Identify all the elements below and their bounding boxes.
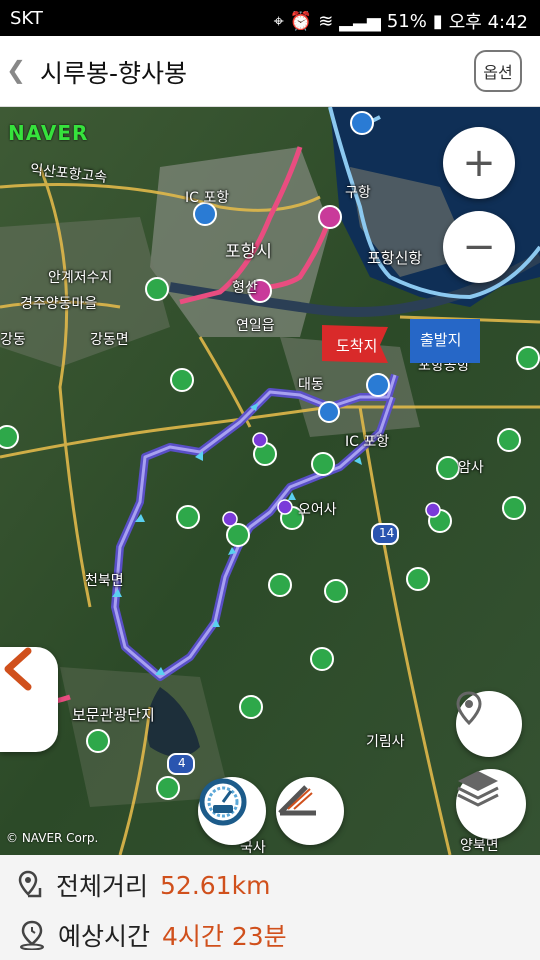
carrier-label: SKT xyxy=(10,8,43,29)
map-label-cheonbuk: 천북면 xyxy=(85,573,124,589)
app-bar: ❮ 시루봉-향사봉 옵션 xyxy=(0,36,540,107)
map-layers-button[interactable] xyxy=(456,769,526,839)
map-label-yeonil: 연일읍 xyxy=(236,318,275,334)
route-summary: 전체거리 52.61km 예상시간 4시간 23분 xyxy=(0,855,540,960)
map-label-daedong: 대동 xyxy=(298,377,324,393)
my-location-button[interactable] xyxy=(456,691,522,757)
distance-value: 52.61km xyxy=(160,870,271,900)
panel-toggle-button[interactable] xyxy=(0,647,58,752)
time-value: 4시간 23분 xyxy=(162,922,287,951)
map-label-gangdong: 강동면 xyxy=(90,332,129,348)
elevation-button[interactable] xyxy=(276,777,344,845)
time-row: 예상시간 4시간 23분 xyxy=(18,917,287,953)
map-label-osa: 오어사 xyxy=(298,502,337,518)
map-label-girimsa: 기림사 xyxy=(366,734,405,750)
map-label-bomun: 보문관광단지 xyxy=(72,706,155,724)
status-icons: ⌖ ⏰ ≋ ▂▃▅ 51% ▮ 오후 4:42 xyxy=(274,8,528,34)
distance-label: 전체거리 xyxy=(56,872,149,901)
status-bar: SKT ⌖ ⏰ ≋ ▂▃▅ 51% ▮ 오후 4:42 xyxy=(0,0,540,36)
route-distance-icon xyxy=(18,870,42,898)
time-label: 예상시간 xyxy=(58,922,151,951)
start-flag-label: 출발지 xyxy=(420,331,462,349)
location-icon: ⌖ xyxy=(273,10,284,32)
start-flag[interactable]: 출발지 xyxy=(410,319,480,367)
zoom-out-button[interactable]: − xyxy=(443,211,515,283)
zoom-in-button[interactable]: + xyxy=(443,127,515,199)
road-number-14: 14 xyxy=(379,526,395,540)
map-label-pohang-si: 포항시 xyxy=(225,242,272,262)
back-chevron-icon[interactable]: ❮ xyxy=(6,56,26,84)
alarm-icon: ⏰ xyxy=(289,10,313,32)
map-label-hyeongsan: 형산 xyxy=(232,280,258,296)
speedometer-icon xyxy=(199,778,247,826)
map-label-ic-pohang-2: IC 포항 xyxy=(345,434,390,450)
layers-icon xyxy=(457,771,499,807)
map-label-gangseo: 강동 xyxy=(0,332,26,348)
options-button[interactable]: 옵션 xyxy=(474,50,522,92)
map-label-reservoir: 안계저수지 xyxy=(48,270,113,286)
map-label-ic-pohang: IC 포항 xyxy=(185,190,230,206)
map-view[interactable]: NAVER 익산포항고속 포항시 구항 포항신항 안계저수지 경주양동마을 강동… xyxy=(0,107,540,855)
road-number-4: 4 xyxy=(178,756,186,770)
map-label-amsa: 암사 xyxy=(458,460,484,476)
location-pin-icon xyxy=(456,691,482,725)
clock: 오후 4:42 xyxy=(448,12,528,33)
destination-flag-label: 도착지 xyxy=(336,337,378,355)
speedometer-button[interactable] xyxy=(198,777,266,845)
signal-icon: ▂▃▅ xyxy=(339,10,381,32)
battery-percent: 51% xyxy=(386,10,427,32)
map-label-gu-hang: 구항 xyxy=(345,185,371,201)
chevron-left-icon xyxy=(4,647,32,691)
page-title: 시루봉-향사봉 xyxy=(40,59,188,88)
naver-logo: NAVER xyxy=(8,121,89,145)
distance-row: 전체거리 52.61km xyxy=(18,867,270,903)
map-copyright: © NAVER Corp. xyxy=(6,831,99,845)
elevation-icon xyxy=(278,785,316,816)
wifi-icon: ≋ xyxy=(318,10,334,32)
battery-icon: ▮ xyxy=(432,10,443,32)
minus-icon: − xyxy=(462,224,496,270)
map-label-yangdong: 경주양동마을 xyxy=(20,296,98,312)
destination-flag[interactable]: 도착지 xyxy=(320,325,390,365)
plus-icon: + xyxy=(462,140,496,186)
map-label-pohang-new-port: 포항신항 xyxy=(367,249,423,267)
estimated-time-icon xyxy=(20,920,44,950)
